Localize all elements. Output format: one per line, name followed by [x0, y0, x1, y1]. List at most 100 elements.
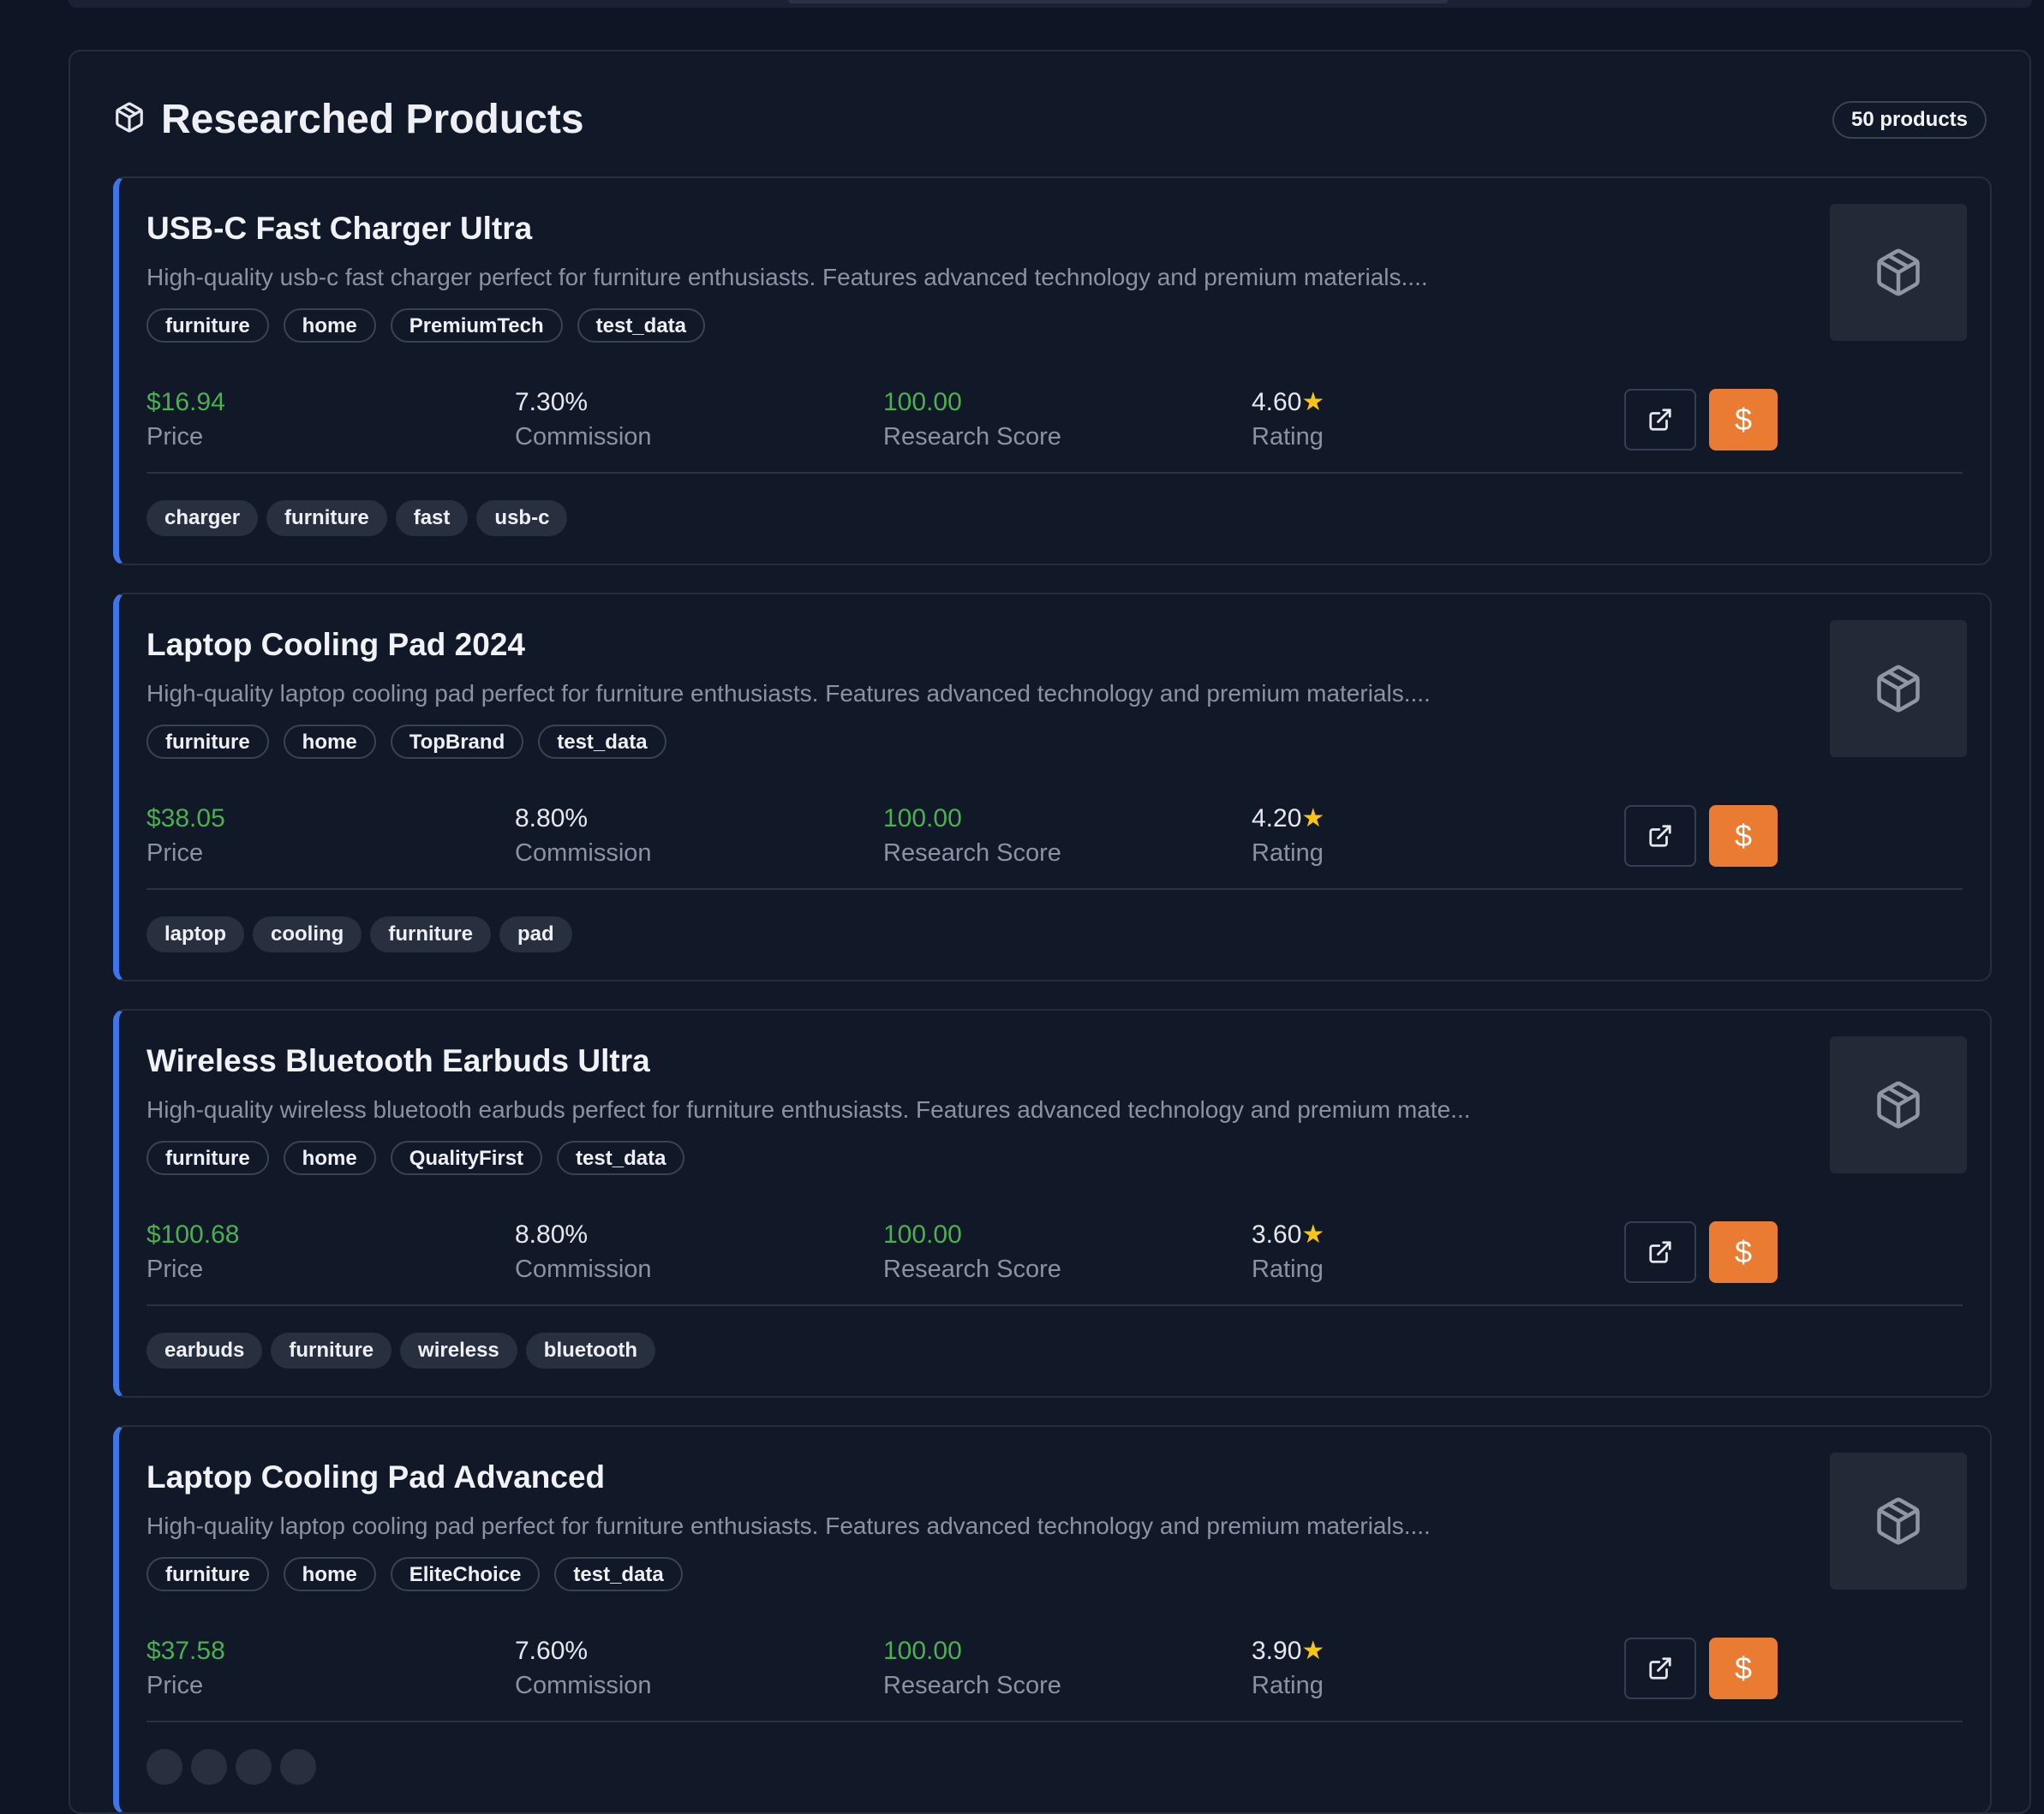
- product-name: USB-C Fast Charger Ultra: [146, 211, 533, 246]
- keyword-tag: laptop: [146, 916, 244, 952]
- research-score-label: Research Score: [883, 1256, 1061, 1283]
- keyword-tag: furniture: [370, 916, 491, 952]
- product-card[interactable]: Wireless Bluetooth Earbuds Ultra High-qua…: [113, 1009, 1992, 1398]
- keyword-tag: [146, 1749, 182, 1785]
- buy-product-button[interactable]: $: [1709, 389, 1778, 451]
- price-stat: $100.68 Price: [146, 1218, 489, 1286]
- star-icon: ★: [1301, 1637, 1325, 1665]
- commission-value: 8.80%: [515, 1220, 589, 1249]
- keyword-tag: wireless: [400, 1333, 517, 1369]
- commission-label: Commission: [515, 839, 652, 867]
- category-pills: furniture home PremiumTech test_data: [146, 308, 705, 343]
- package-icon: [1873, 1079, 1924, 1131]
- commission-label: Commission: [515, 1256, 652, 1283]
- rating-label: Rating: [1252, 1672, 1324, 1699]
- keyword-tag: fast: [395, 500, 469, 536]
- keyword-tag: [191, 1749, 227, 1785]
- price-value: $38.05: [146, 804, 225, 832]
- keyword-tag: cooling: [253, 916, 362, 952]
- product-name: Laptop Cooling Pad 2024: [146, 627, 525, 662]
- product-name: Laptop Cooling Pad Advanced: [146, 1459, 606, 1495]
- keyword-tags: charger furniture fast usb-c: [146, 500, 568, 536]
- product-name: Wireless Bluetooth Earbuds Ultra: [146, 1043, 650, 1078]
- commission-value: 7.60%: [515, 1637, 589, 1665]
- buy-product-button[interactable]: $: [1709, 1221, 1778, 1283]
- page-title: Researched Products: [161, 97, 584, 142]
- price-label: Price: [146, 1256, 204, 1283]
- research-score-stat: 100.00 Research Score: [883, 1218, 1226, 1286]
- category-pill: home: [283, 1141, 376, 1175]
- price-value: $100.68: [146, 1220, 240, 1249]
- keyword-tag: [280, 1749, 316, 1785]
- scroll-indicator: [788, 0, 1448, 3]
- category-pill: furniture: [146, 725, 269, 759]
- keyword-tag: bluetooth: [525, 1333, 656, 1369]
- category-pill: home: [283, 308, 376, 343]
- price-stat: $38.05 Price: [146, 802, 489, 870]
- rating-value: 3.60: [1252, 1220, 1302, 1249]
- card-divider: [146, 888, 1963, 890]
- open-product-link-button[interactable]: [1624, 1221, 1696, 1283]
- research-score-value: 100.00: [883, 388, 962, 416]
- external-link-icon: [1647, 1656, 1673, 1681]
- keyword-tag: usb-c: [476, 500, 568, 536]
- buy-product-button[interactable]: $: [1709, 805, 1778, 867]
- research-score-stat: 100.00 Research Score: [883, 1634, 1226, 1703]
- rating-value: 4.20: [1252, 804, 1302, 832]
- category-pill: test_data: [557, 1141, 685, 1175]
- research-score-stat: 100.00 Research Score: [883, 802, 1226, 870]
- rating-label: Rating: [1252, 423, 1324, 451]
- category-pill: test_data: [538, 725, 666, 759]
- research-score-value: 100.00: [883, 1637, 962, 1665]
- package-icon: [113, 101, 146, 134]
- open-product-link-button[interactable]: [1624, 1638, 1696, 1699]
- research-score-stat: 100.00 Research Score: [883, 385, 1226, 454]
- commission-stat: 7.30% Commission: [515, 385, 858, 454]
- commission-stat: 8.80% Commission: [515, 802, 858, 870]
- product-thumbnail: [1830, 620, 1967, 757]
- commission-stat: 7.60% Commission: [515, 1634, 858, 1703]
- category-pill: TopBrand: [390, 725, 524, 759]
- price-label: Price: [146, 1672, 204, 1699]
- price-stat: $37.58 Price: [146, 1634, 489, 1703]
- rating-value: 3.90: [1252, 1637, 1302, 1665]
- dollar-icon: $: [1734, 402, 1753, 437]
- product-card[interactable]: USB-C Fast Charger Ultra High-quality usb…: [113, 176, 1992, 565]
- card-divider: [146, 1721, 1963, 1722]
- category-pill: test_data: [554, 1557, 683, 1591]
- rating-stat: 3.90★ Rating: [1252, 1634, 1594, 1703]
- product-thumbnail: [1830, 1453, 1967, 1590]
- package-icon: [1873, 247, 1924, 298]
- keyword-tag: pad: [499, 916, 572, 952]
- product-description: High-quality laptop cooling pad perfect …: [146, 1513, 1431, 1539]
- product-count-badge: 50 products: [1832, 101, 1987, 139]
- rating-stat: 4.60★ Rating: [1252, 385, 1594, 454]
- category-pill: PremiumTech: [390, 308, 563, 343]
- product-card[interactable]: Laptop Cooling Pad Advanced High-quality …: [113, 1425, 1992, 1814]
- research-score-label: Research Score: [883, 839, 1061, 867]
- product-card[interactable]: Laptop Cooling Pad 2024 High-quality lapt…: [113, 593, 1992, 982]
- buy-product-button[interactable]: $: [1709, 1638, 1778, 1699]
- research-score-label: Research Score: [883, 1672, 1061, 1699]
- open-product-link-button[interactable]: [1624, 805, 1696, 867]
- star-icon: ★: [1301, 804, 1325, 832]
- rating-stat: 4.20★ Rating: [1252, 802, 1594, 870]
- category-pill: home: [283, 725, 376, 759]
- star-icon: ★: [1301, 388, 1325, 416]
- researched-products-panel: Researched Products 50 products USB-C Fa…: [69, 50, 2031, 1814]
- commission-value: 8.80%: [515, 804, 589, 832]
- category-pill: EliteChoice: [390, 1557, 541, 1591]
- price-stat: $16.94 Price: [146, 385, 489, 454]
- research-score-label: Research Score: [883, 423, 1061, 451]
- open-product-link-button[interactable]: [1624, 389, 1696, 451]
- category-pill: furniture: [146, 1557, 269, 1591]
- product-thumbnail: [1830, 1036, 1967, 1173]
- commission-label: Commission: [515, 423, 652, 451]
- category-pills: furniture home EliteChoice test_data: [146, 1557, 683, 1591]
- rating-label: Rating: [1252, 839, 1324, 867]
- price-label: Price: [146, 423, 204, 451]
- price-label: Price: [146, 839, 204, 867]
- keyword-tags: [146, 1749, 316, 1785]
- research-score-value: 100.00: [883, 1220, 962, 1249]
- rating-label: Rating: [1252, 1256, 1324, 1283]
